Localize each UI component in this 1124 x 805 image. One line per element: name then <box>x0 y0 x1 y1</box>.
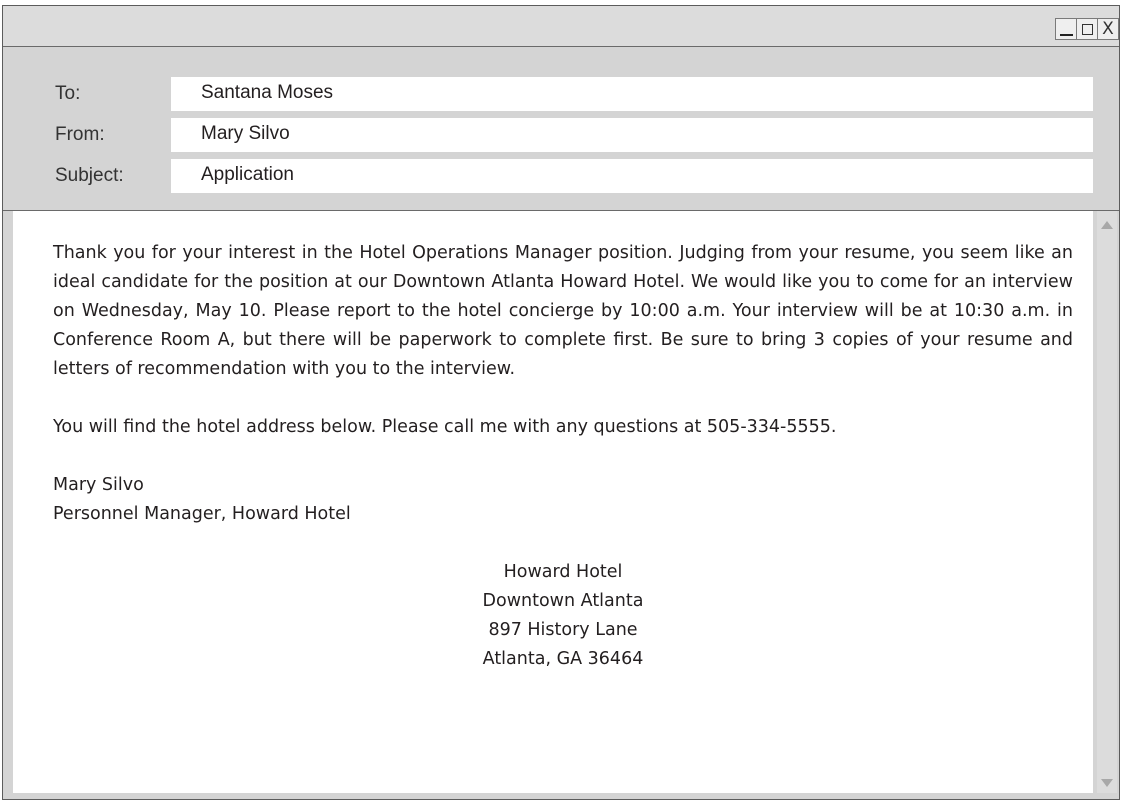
body-paragraph-1: Thank you for your interest in the Hotel… <box>53 243 1073 379</box>
email-window: X To: Santana Moses From: Mary Silvo Sub… <box>2 5 1120 800</box>
minimize-button[interactable] <box>1055 18 1077 40</box>
window-controls: X <box>1055 18 1119 41</box>
close-button[interactable]: X <box>1097 18 1119 40</box>
to-field[interactable]: Santana Moses <box>171 77 1093 111</box>
from-row: From: Mary Silvo <box>3 118 1119 152</box>
to-label: To: <box>55 83 81 104</box>
maximize-button[interactable] <box>1076 18 1098 40</box>
maximize-icon <box>1081 23 1093 35</box>
title-bar: X <box>3 6 1119 47</box>
scroll-down-icon[interactable] <box>1101 779 1113 787</box>
subject-row: Subject: Application <box>3 159 1119 193</box>
address-line: Atlanta, GA 36464 <box>482 649 644 669</box>
close-icon: X <box>1102 18 1114 39</box>
signature-title: Personnel Manager, Howard Hotel <box>53 504 351 524</box>
subject-field[interactable]: Application <box>171 159 1093 193</box>
from-field[interactable]: Mary Silvo <box>171 118 1093 152</box>
vertical-scrollbar[interactable] <box>1097 211 1117 793</box>
minimize-icon <box>1059 34 1073 36</box>
to-row: To: Santana Moses <box>3 77 1119 111</box>
message-body[interactable]: Thank you for your interest in the Hotel… <box>13 211 1093 793</box>
signature-name: Mary Silvo <box>53 475 144 495</box>
hotel-address: Howard Hotel Downtown Atlanta 897 Histor… <box>53 558 1073 674</box>
from-label: From: <box>55 124 105 145</box>
address-line: Downtown Atlanta <box>482 591 644 611</box>
message-header: To: Santana Moses From: Mary Silvo Subje… <box>3 47 1119 211</box>
address-line: Howard Hotel <box>503 562 623 582</box>
address-line: 897 History Lane <box>488 620 638 640</box>
subject-label: Subject: <box>55 165 124 186</box>
scroll-up-icon[interactable] <box>1101 221 1113 229</box>
body-paragraph-2: You will find the hotel address below. P… <box>53 417 837 437</box>
